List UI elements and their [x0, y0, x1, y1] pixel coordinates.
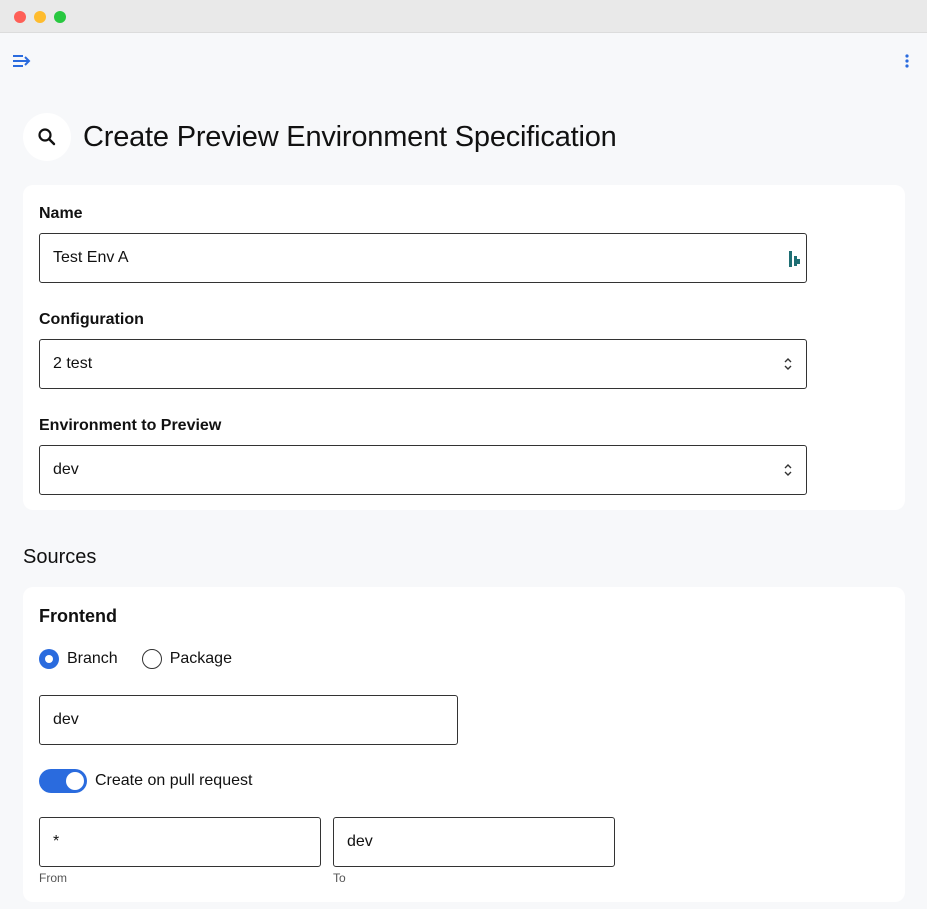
page-title: Create Preview Environment Specification — [83, 121, 617, 153]
sources-heading: Sources — [23, 546, 97, 568]
configuration-select-value: 2 test — [53, 355, 93, 372]
package-radio[interactable] — [141, 649, 162, 669]
environment-label: Environment to Preview — [39, 417, 222, 434]
name-label: Name — [39, 205, 83, 222]
create-on-pull-request-label: Create on pull request — [95, 772, 253, 789]
source-type-radio-group: Branch Package — [39, 649, 232, 669]
to-input-value: dev — [347, 833, 373, 850]
close-window-button[interactable] — [14, 11, 26, 23]
create-on-pull-request-toggle[interactable] — [39, 769, 87, 793]
more-vert-icon[interactable] — [900, 52, 914, 70]
to-helper-text: To — [333, 871, 346, 885]
search-icon — [23, 113, 71, 161]
select-arrows-icon — [783, 462, 793, 478]
configuration-select[interactable]: 2 test — [39, 339, 807, 389]
branch-radio-label[interactable]: Branch — [67, 650, 118, 668]
environment-select[interactable]: dev — [39, 445, 807, 495]
package-radio-label[interactable]: Package — [170, 650, 232, 668]
from-helper-text: From — [39, 871, 67, 885]
minimize-window-button[interactable] — [34, 11, 46, 23]
to-input[interactable]: dev — [333, 817, 615, 867]
from-input-value: * — [53, 833, 60, 850]
branch-radio[interactable] — [39, 649, 59, 669]
name-input-value: Test Env A — [53, 249, 129, 266]
password-manager-icon[interactable] — [788, 250, 802, 268]
spec-card: Name Test Env A Configuration 2 test Env… — [23, 185, 905, 510]
branch-input[interactable]: dev — [39, 695, 458, 745]
branch-input-value: dev — [53, 711, 79, 728]
select-arrows-icon — [783, 356, 793, 372]
menu-collapse-icon[interactable] — [12, 53, 32, 69]
pull-request-toggle-row: Create on pull request — [39, 769, 252, 793]
frontend-title: Frontend — [39, 606, 117, 626]
configuration-label: Configuration — [39, 311, 144, 328]
zoom-window-button[interactable] — [54, 11, 66, 23]
frontend-card: Frontend Branch Package dev Create on pu… — [23, 587, 905, 902]
name-input[interactable]: Test Env A — [39, 233, 807, 283]
from-input[interactable]: * — [39, 817, 321, 867]
environment-select-value: dev — [53, 461, 79, 478]
window-titlebar — [0, 0, 927, 33]
